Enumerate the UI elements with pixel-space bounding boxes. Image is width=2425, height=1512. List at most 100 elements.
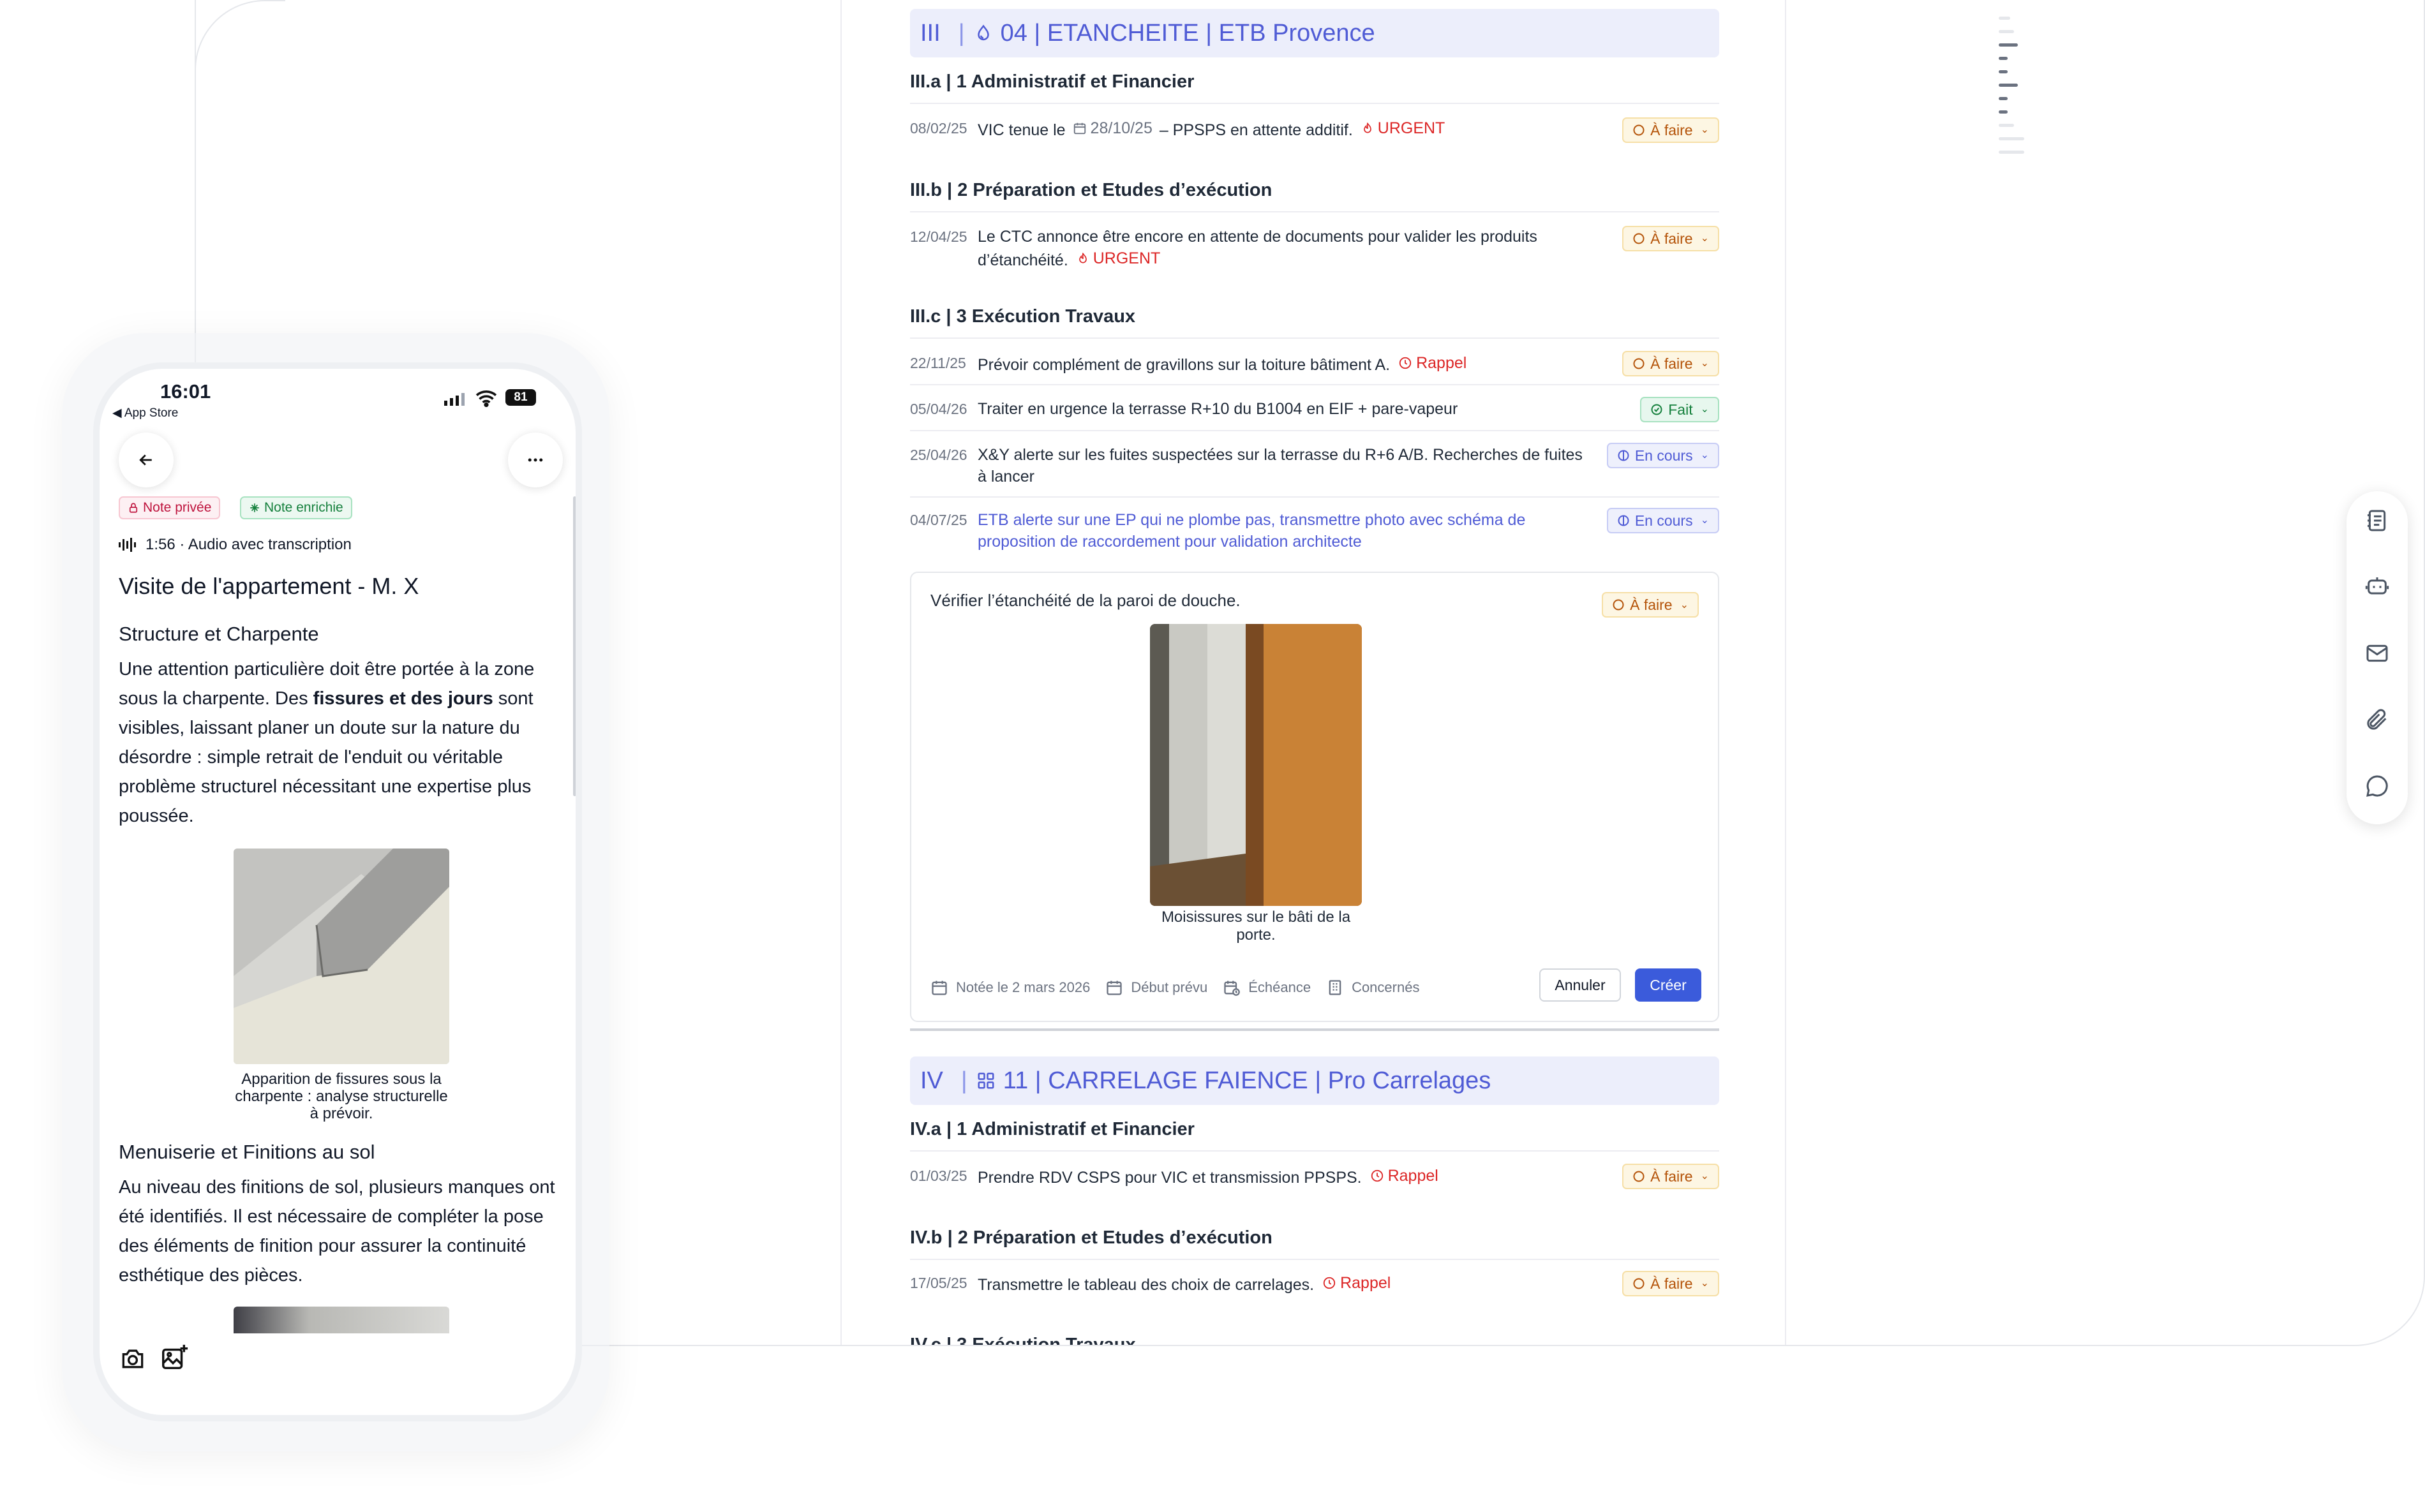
notebook-icon[interactable] (2364, 508, 2390, 533)
section-header[interactable]: IV | 11 | CARRELAGE FAIENCE | Pro Carrel… (910, 1056, 1719, 1105)
minimap-line (1999, 84, 2018, 87)
reminder-tag[interactable]: Rappel (1398, 352, 1466, 374)
section-title: 11 | CARRELAGE FAIENCE | Pro Carrelages (1003, 1067, 1491, 1094)
chat-bubble-icon[interactable] (2364, 773, 2390, 799)
separator: | (958, 19, 965, 47)
new-task-editor[interactable]: Vérifier l’étanchéité de la paroi de dou… (910, 572, 1719, 1022)
bot-icon[interactable] (2364, 574, 2390, 600)
chevron-down-icon: ⌄ (1700, 233, 1709, 244)
add-image-icon[interactable] (160, 1344, 189, 1373)
task-date: 08/02/25 (910, 120, 967, 137)
status-dropdown[interactable]: À faire ⌄ (1622, 117, 1719, 143)
status-dropdown[interactable]: À faire ⌄ (1622, 1164, 1719, 1189)
section-title: 04 | ETANCHEITE | ETB Provence (1000, 19, 1375, 47)
section-number: III (920, 19, 941, 47)
tag-label: Rappel (1340, 1274, 1391, 1292)
concerned[interactable]: Concernés (1326, 979, 1419, 997)
bold-text: fissures et des jours (313, 688, 493, 709)
task-row[interactable]: 12/04/25 Le CTC annonce être encore en a… (910, 226, 1719, 271)
minimap-line (1999, 17, 2010, 20)
back-button[interactable] (119, 433, 174, 487)
task-row[interactable]: 04/07/25 ETB alerte sur une EP qui ne pl… (910, 508, 1719, 552)
mail-icon[interactable] (2364, 641, 2390, 666)
status-dropdown[interactable]: Fait ⌄ (1640, 397, 1719, 422)
waveform-icon (119, 538, 136, 552)
more-button[interactable] (508, 433, 563, 487)
create-button[interactable]: Créer (1635, 968, 1701, 1002)
chip-label: Note privée (143, 500, 212, 515)
task-text: ETB alerte sur une EP qui ne plombe pas,… (978, 511, 1526, 551)
due-date[interactable]: 28/10/25 (1073, 117, 1153, 139)
task-date: 12/04/25 (910, 228, 967, 245)
task-text: Traiter en urgence la terrasse R+10 du B… (978, 400, 1458, 418)
sparkle-icon (250, 503, 259, 512)
task-row[interactable]: 22/11/25 Prévoir complément de gravillon… (910, 351, 1719, 376)
tag-label: URGENT (1377, 119, 1445, 137)
status-dropdown[interactable]: En cours ⌄ (1606, 443, 1719, 468)
paragraph-text: sont visibles, laissant planer un doute … (119, 688, 534, 826)
task-row[interactable]: 17/05/25 Transmettre le tableau des choi… (910, 1271, 1719, 1296)
minimap-line (1999, 137, 2024, 140)
alarm-icon (1399, 357, 1412, 369)
task-text: VIC tenue le (978, 121, 1066, 139)
task-row[interactable]: 08/02/25 VIC tenue le 28/10/25 – PPSPS e… (910, 117, 1719, 143)
minimap-line (1999, 30, 2014, 33)
circle-icon (1633, 233, 1645, 244)
minimap-line (1999, 151, 2024, 154)
status-dropdown[interactable]: À faire ⌄ (1622, 351, 1719, 376)
status-dropdown[interactable]: À faire ⌄ (1622, 1271, 1719, 1296)
private-note-chip[interactable]: Note privée (119, 496, 221, 519)
reminder-tag[interactable]: Rappel (1322, 1272, 1391, 1294)
task-row[interactable]: 25/04/26 X&Y alerte sur les fuites suspe… (910, 443, 1719, 487)
deadline[interactable]: Échéance (1223, 979, 1311, 997)
reminder-tag[interactable]: Rappel (1370, 1165, 1438, 1187)
status-dropdown[interactable]: À faire ⌄ (1622, 226, 1719, 251)
editor-text[interactable]: Vérifier l’étanchéité de la paroi de dou… (930, 591, 1241, 611)
task-row[interactable]: 05/04/26 Traiter en urgence la terrasse … (910, 397, 1719, 422)
more-horizontal-icon (528, 458, 543, 462)
photo-thumbnail[interactable] (234, 1307, 449, 1333)
status-label: Fait (1668, 401, 1693, 418)
circle-icon (1613, 599, 1624, 611)
camera-icon[interactable] (119, 1345, 147, 1373)
status-label: En cours (1634, 512, 1693, 529)
urgent-tag[interactable]: URGENT (1361, 117, 1445, 139)
photo-caption: Moisissures sur le bâti de la porte. (1161, 908, 1351, 944)
chevron-down-icon: ⌄ (1700, 124, 1709, 135)
paperclip-icon[interactable] (2364, 707, 2390, 732)
audio-transcript[interactable]: 1:56 · Audio avec transcription (119, 536, 352, 554)
task-row[interactable]: 01/03/25 Prendre RDV CSPS pour VIC et tr… (910, 1164, 1719, 1189)
flame-icon (1078, 252, 1087, 263)
outline-minimap[interactable] (1999, 17, 2024, 164)
status-label: À faire (1650, 230, 1693, 247)
status-time: 16:01 (160, 380, 211, 403)
task-text: X&Y alerte sur les fuites suspectées sur… (978, 446, 1583, 485)
separator: | (960, 1067, 967, 1094)
chevron-down-icon: ⌄ (1700, 1278, 1709, 1289)
toolbar-label: Notée le 2 mars 2026 (956, 979, 1091, 995)
status-dropdown[interactable]: En cours ⌄ (1606, 508, 1719, 533)
enriched-note-chip[interactable]: Note enrichie (240, 496, 352, 519)
status-dropdown[interactable]: À faire ⌄ (1602, 592, 1699, 618)
chevron-down-icon: ⌄ (1680, 600, 1689, 611)
urgent-tag[interactable]: URGENT (1077, 248, 1161, 269)
minimap-line (1999, 57, 2008, 60)
noted-date[interactable]: Notée le 2 mars 2026 (930, 979, 1090, 997)
calendar-icon (1107, 981, 1123, 995)
scrollbar[interactable] (573, 496, 576, 796)
audio-label: 1:56 · Audio avec transcription (146, 536, 352, 553)
back-to-app-store[interactable]: ◀ App Store (112, 406, 178, 420)
editor-toolbar: Notée le 2 mars 2026 Début prévu Échéanc… (930, 979, 1435, 997)
start-date[interactable]: Début prévu (1105, 979, 1207, 997)
toolbar-label: Début prévu (1131, 979, 1208, 995)
tag-label: Rappel (1416, 354, 1467, 372)
status-label: À faire (1650, 1275, 1693, 1292)
group-title: IV.a | 1 Administratif et Financier (910, 1119, 1719, 1152)
status-label: À faire (1650, 355, 1693, 372)
crack-photo[interactable] (234, 849, 449, 1064)
side-toolbar (2347, 491, 2408, 824)
mold-photo[interactable] (1150, 624, 1362, 906)
tag-label: URGENT (1093, 249, 1161, 267)
section-header[interactable]: III | 04 | ETANCHEITE | ETB Provence (910, 9, 1719, 57)
cancel-button[interactable]: Annuler (1539, 968, 1621, 1002)
